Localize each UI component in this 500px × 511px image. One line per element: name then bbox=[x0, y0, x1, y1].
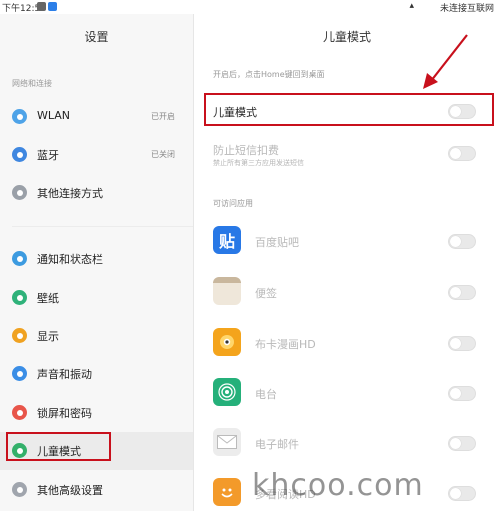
watermark: khcoo.com bbox=[252, 468, 424, 503]
hint-text: 开启后，点击Home键回到桌面 bbox=[213, 70, 325, 79]
app-label: 电子邮件 bbox=[255, 438, 299, 451]
app-toggle[interactable] bbox=[448, 486, 476, 501]
sidebar-item-wlan[interactable]: WLAN 已开启 bbox=[0, 98, 193, 136]
highlight-box bbox=[204, 93, 494, 126]
notification-icon bbox=[12, 251, 27, 266]
sidebar-item-value: 已关闭 bbox=[151, 150, 175, 159]
sidebar-item-label: 蓝牙 bbox=[37, 149, 59, 162]
app-toggle[interactable] bbox=[448, 386, 476, 401]
sidebar-item-label: 锁屏和密码 bbox=[37, 407, 92, 420]
sidebar-item-notifications[interactable]: 通知和状态栏 bbox=[0, 240, 193, 278]
sidebar-item-label: 通知和状态栏 bbox=[37, 253, 103, 266]
app-row[interactable]: 布卡漫画HD bbox=[194, 326, 500, 362]
lock-icon bbox=[12, 405, 27, 420]
app-label: 便签 bbox=[255, 287, 277, 300]
annotation-arrow-icon bbox=[423, 34, 468, 89]
radio-icon bbox=[213, 378, 241, 406]
app-toggle[interactable] bbox=[448, 436, 476, 451]
app-label: 布卡漫画HD bbox=[255, 338, 316, 351]
sidebar-item-bluetooth[interactable]: 蓝牙 已关闭 bbox=[0, 136, 193, 174]
sidebar-item-label: WLAN bbox=[37, 109, 71, 122]
app-toggle[interactable] bbox=[448, 234, 476, 249]
wallpaper-icon bbox=[12, 290, 27, 305]
app-label: 电台 bbox=[255, 388, 277, 401]
app-row[interactable]: 贴 百度贴吧 bbox=[194, 224, 500, 260]
wifi-icon bbox=[12, 109, 27, 124]
sidebar-item-label: 显示 bbox=[37, 330, 59, 343]
sidebar-item-sound[interactable]: 声音和振动 bbox=[0, 355, 193, 393]
bluetooth-icon bbox=[12, 147, 27, 162]
divider bbox=[12, 226, 193, 227]
duokan-icon bbox=[213, 478, 241, 506]
tieba-icon: 贴 bbox=[213, 226, 241, 254]
app-toggle[interactable] bbox=[448, 336, 476, 351]
sms-protect-row[interactable]: 防止短信扣费 禁止所有第三方应用发送短信 bbox=[194, 138, 500, 178]
sms-protect-sub: 禁止所有第三方应用发送短信 bbox=[213, 159, 304, 167]
sidebar-item-other-connections[interactable]: 其他连接方式 bbox=[0, 174, 193, 212]
sidebar-item-advanced[interactable]: 其他高级设置 bbox=[0, 471, 193, 509]
app-row[interactable]: 电子邮件 bbox=[194, 426, 500, 462]
sidebar-item-wallpaper[interactable]: 壁纸 bbox=[0, 279, 193, 317]
sidebar-title: 设置 bbox=[84, 30, 109, 44]
section-label: 网络和连接 bbox=[12, 79, 52, 88]
app-row[interactable]: 电台 bbox=[194, 376, 500, 412]
apps-section-label: 可访问应用 bbox=[213, 199, 253, 208]
sidebar-item-display[interactable]: 显示 bbox=[0, 317, 193, 355]
notification-icon bbox=[48, 2, 57, 11]
sound-icon bbox=[12, 366, 27, 381]
status-bar: 下午12:55 ▴ 未连接互联网 bbox=[0, 0, 500, 14]
more-icon bbox=[12, 482, 27, 497]
link-icon bbox=[12, 185, 27, 200]
sidebar-item-label: 其他高级设置 bbox=[37, 484, 103, 497]
sidebar-item-label: 声音和振动 bbox=[37, 368, 92, 381]
display-icon bbox=[12, 328, 27, 343]
sidebar-item-label: 壁纸 bbox=[37, 292, 59, 305]
sms-protect-label: 防止短信扣费 bbox=[213, 144, 279, 157]
app-row[interactable]: 便签 bbox=[194, 275, 500, 311]
notes-icon bbox=[213, 277, 241, 305]
sidebar-item-label: 其他连接方式 bbox=[37, 187, 103, 200]
email-icon bbox=[213, 428, 241, 456]
sms-protect-toggle[interactable] bbox=[448, 146, 476, 161]
sidebar-item-lockscreen[interactable]: 锁屏和密码 bbox=[0, 394, 193, 432]
network-status: 未连接互联网 bbox=[439, 4, 494, 14]
app-label: 百度贴吧 bbox=[255, 236, 299, 249]
buka-icon bbox=[213, 328, 241, 356]
sidebar-item-value: 已开启 bbox=[151, 112, 175, 121]
wifi-icon: ▴ bbox=[409, 1, 414, 11]
app-toggle[interactable] bbox=[448, 285, 476, 300]
notification-icon bbox=[37, 2, 46, 11]
highlight-box bbox=[6, 432, 111, 461]
